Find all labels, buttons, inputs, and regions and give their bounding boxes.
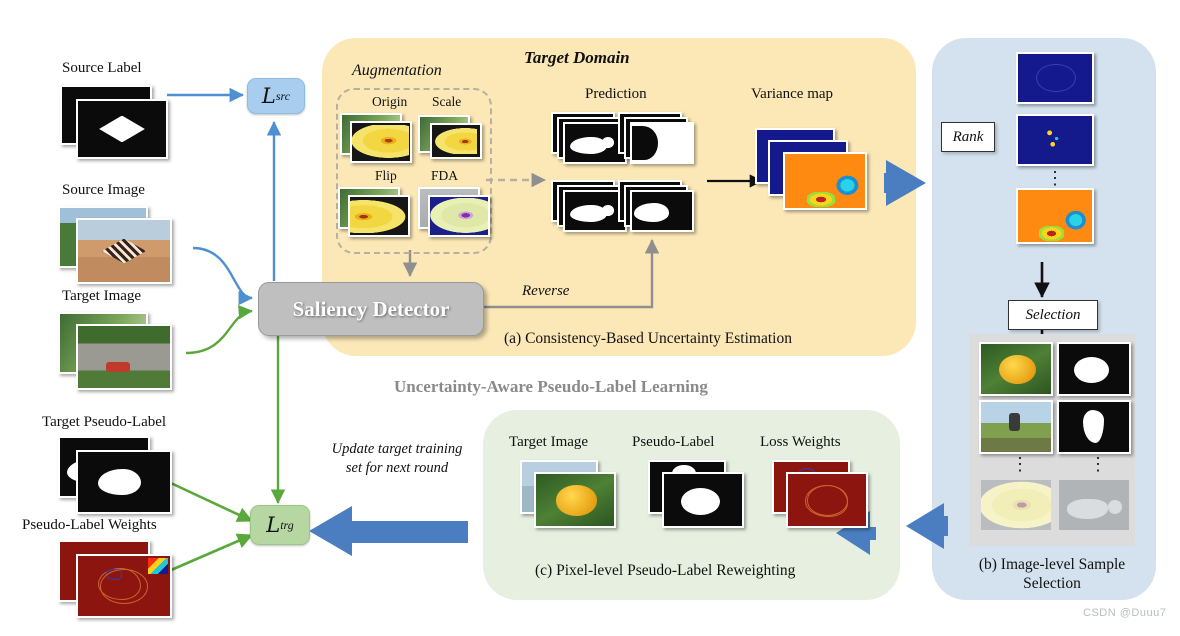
- selection-label: Selection: [1025, 306, 1081, 323]
- loss-trg-box[interactable]: Ltrg: [250, 505, 310, 545]
- prediction-stack-2: [618, 112, 698, 170]
- reverse-label: Reverse: [522, 283, 570, 299]
- pred4-front: [630, 190, 694, 232]
- aug-scale-label: Scale: [432, 94, 462, 109]
- target-pseudo-label-caption: Target Pseudo-Label: [42, 414, 167, 430]
- selected-ellipsis-right: ⋮: [1089, 454, 1107, 474]
- rank-label: Rank: [952, 128, 984, 145]
- source-image-caption: Source Image: [62, 182, 145, 198]
- panel-b-caption-line2: Selection: [1023, 574, 1081, 592]
- variance-map-label: Variance map: [751, 86, 834, 102]
- selected-image-2: [979, 400, 1053, 454]
- pred2-front: [630, 122, 694, 164]
- aug-flip-front: [348, 195, 410, 237]
- selected-mask-2: [1057, 400, 1131, 454]
- feedback-line1: Update target training: [331, 441, 463, 457]
- aug-fda-front: [428, 195, 490, 237]
- source-image-card-front: [76, 218, 172, 284]
- pred4-shape: [634, 203, 670, 222]
- aug-scale-stack: [418, 113, 488, 165]
- target-pseudo-label-card-front: [76, 450, 172, 514]
- panel-c-target-image-stack: [520, 460, 640, 540]
- selected-image-1: [979, 342, 1053, 396]
- panel-c-caption: (c) Pixel-level Pseudo-Label Reweighting: [535, 562, 796, 579]
- target-image-caption: Target Image: [62, 288, 142, 304]
- selection-box[interactable]: Selection: [1008, 300, 1098, 330]
- panel-c-lw-front: [786, 472, 868, 528]
- panel-a-caption: (a) Consistency-Based Uncertainty Estima…: [504, 330, 792, 347]
- prediction-stack-4: [618, 180, 698, 238]
- figure-banner: Uncertainty-Aware Pseudo-Label Learning: [394, 377, 708, 396]
- weights-card-front: [76, 554, 172, 618]
- target-domain-title: Target Domain: [524, 48, 630, 67]
- selected-ellipsis-left: ⋮: [1011, 454, 1029, 474]
- panel-c-mask-front-shape: [681, 487, 721, 515]
- aug-scale-front: [430, 123, 482, 159]
- weights-contour: [98, 568, 141, 600]
- augmentation-label: Augmentation: [352, 62, 442, 79]
- source-label-caption: Source Label: [62, 60, 142, 76]
- rank-box[interactable]: Rank: [941, 122, 995, 152]
- target-image-card-front: [76, 324, 172, 390]
- selected-mask-1: [1057, 342, 1131, 396]
- aug-origin-label: Origin: [372, 94, 408, 109]
- target-image-stack: [58, 312, 198, 402]
- panel-b-caption: (b) Image-level Sample Selection: [952, 556, 1152, 594]
- panel-c-pseudo-label-stack: [648, 460, 768, 540]
- aug-flip-label: Flip: [375, 168, 397, 183]
- panel-c-mask-front: [662, 472, 744, 528]
- source-label-mask-shape: [99, 115, 145, 143]
- pred1-dot: [602, 136, 615, 148]
- saliency-detector-box[interactable]: Saliency Detector: [258, 282, 484, 336]
- pseudo-label-weights-caption: Pseudo-Label Weights: [22, 517, 157, 533]
- panel-c-lw-front-contour: [805, 485, 848, 517]
- source-label-stack: [60, 85, 170, 165]
- loss-src-box[interactable]: Lsrc: [247, 78, 305, 114]
- panel-b-caption-line1: (b) Image-level Sample: [978, 556, 1126, 573]
- source-label-card-front: [76, 99, 168, 159]
- aug-fda-label: FDA: [431, 168, 459, 183]
- rank-item-last: [1016, 188, 1094, 244]
- feedback-note: Update target training set for next roun…: [302, 440, 492, 478]
- saliency-detector-label: Saliency Detector: [292, 296, 450, 321]
- selected-mask-1-shape: [1074, 357, 1110, 383]
- rank-item-2: [1016, 114, 1094, 166]
- panel-c-header-target-image: Target Image: [509, 434, 589, 450]
- loss-trg-subscript: trg: [280, 517, 294, 532]
- variance-map-stack: [755, 128, 875, 218]
- pseudo-label-weights-stack: [58, 540, 208, 636]
- source-image-stack: [58, 206, 198, 296]
- variance-card-front: [783, 152, 867, 210]
- aug-flip-stack: [338, 187, 414, 241]
- aug-origin-front: [350, 121, 412, 163]
- loss-src-subscript: src: [275, 88, 291, 103]
- panel-c-header-pseudo-label: Pseudo-Label: [632, 434, 715, 450]
- prediction-label: Prediction: [585, 86, 647, 102]
- loss-src-symbol: L: [261, 84, 276, 108]
- panel-c-header-loss-weights: Loss Weights: [760, 434, 841, 450]
- weights-blue-contour: [105, 569, 123, 580]
- rank-item-1: [1016, 52, 1094, 104]
- selected-mask-2-shape: [1082, 410, 1104, 443]
- aug-origin-stack: [340, 113, 416, 165]
- rejected-image: [979, 478, 1053, 532]
- watermark: CSDN @Duuu7: [1083, 607, 1167, 619]
- weights-heat-corner: [147, 558, 168, 574]
- panel-c-loss-weights-stack: [772, 460, 892, 540]
- pred3-dot: [602, 204, 615, 216]
- rejected-mask: [1057, 478, 1131, 532]
- panel-c-img-front: [534, 472, 616, 528]
- loss-trg-symbol: L: [266, 513, 281, 537]
- rank-ellipsis: ⋮: [1046, 168, 1064, 188]
- feedback-line2: set for next round: [345, 459, 449, 476]
- pseudo-mask-shape-front: [98, 468, 141, 496]
- aug-fda-stack: [418, 187, 494, 241]
